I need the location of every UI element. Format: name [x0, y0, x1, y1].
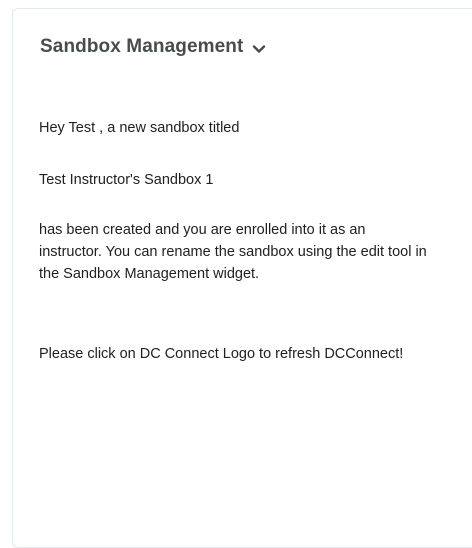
greeting-text: Hey Test , a new sandbox titled: [39, 120, 240, 136]
widget-header-toggle[interactable]: Sandbox Management: [40, 35, 266, 59]
created-notice-text: has been created and you are enrolled in…: [39, 222, 427, 282]
refresh-notice-text: Please click on DC Connect Logo to refre…: [39, 346, 404, 362]
widget-title: Sandbox Management: [40, 36, 244, 57]
sandbox-name-text: Test Instructor's Sandbox 1: [39, 172, 214, 188]
chevron-down-icon[interactable]: [252, 42, 266, 56]
